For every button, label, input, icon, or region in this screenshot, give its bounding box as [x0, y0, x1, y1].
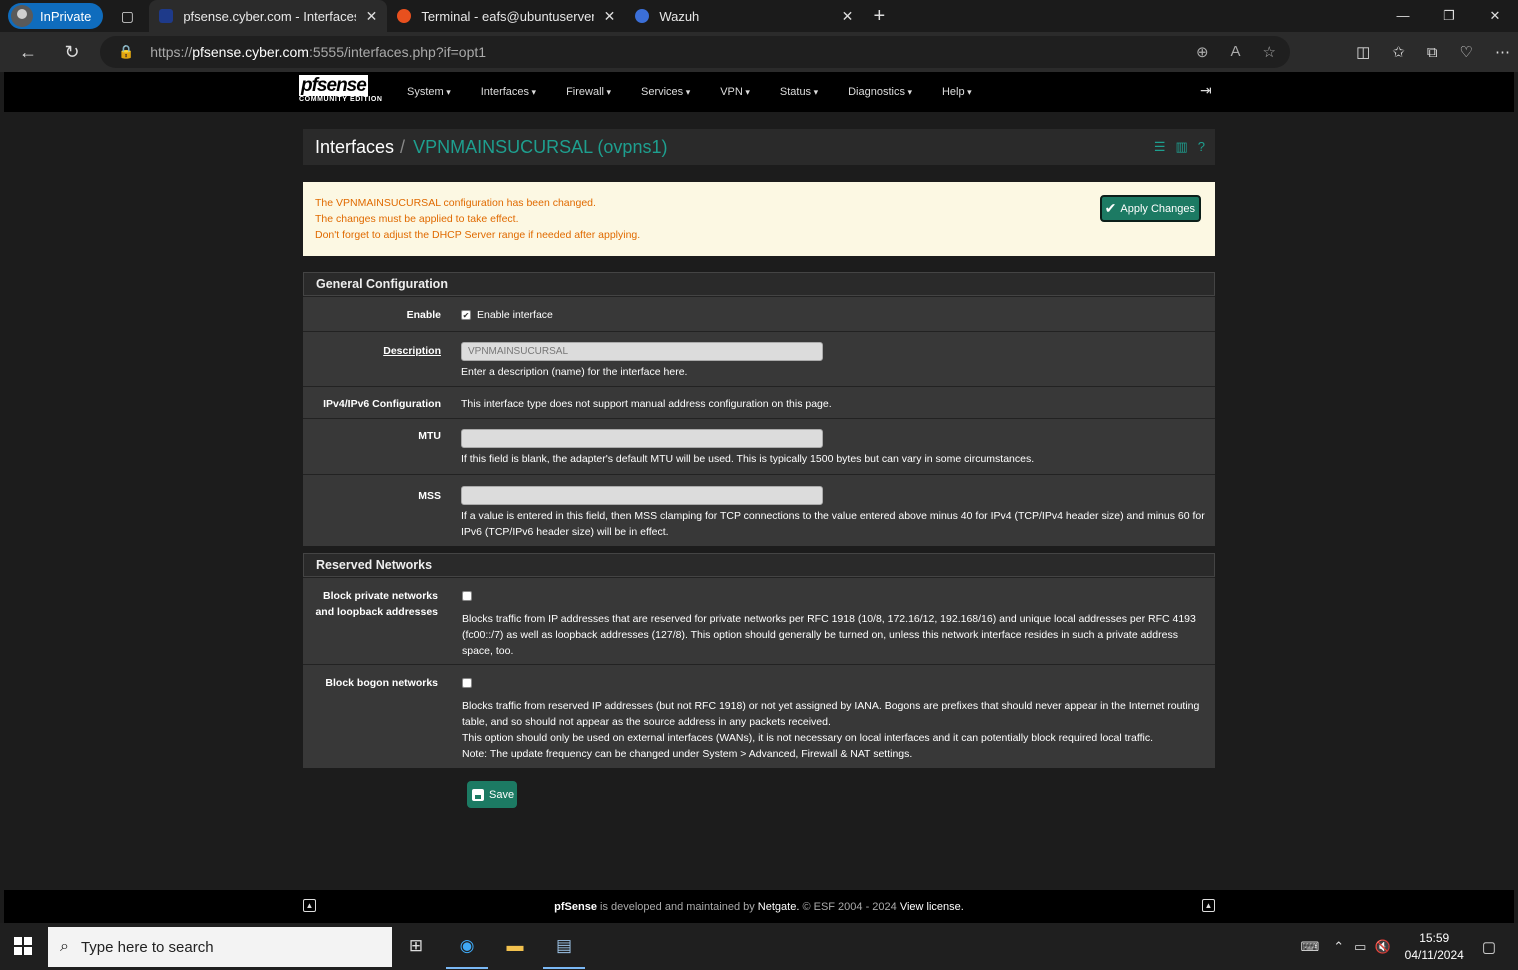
tab-wazuh[interactable]: Wazuh ✕ [625, 0, 863, 32]
section-title: General Configuration [303, 272, 1215, 296]
general-configuration-panel: General Configuration Enable ✔ Enable int… [303, 272, 1215, 546]
split-screen-icon[interactable]: ◫ [1356, 43, 1370, 61]
system-tray: ⌨ ⌃ ▭ 🔇 15:59 04/11/2024 ▢ [1300, 923, 1518, 970]
menu-firewall[interactable]: Firewall [566, 86, 611, 98]
close-window-icon[interactable]: ✕ [1472, 0, 1518, 32]
volume-muted-icon[interactable]: 🔇 [1374, 939, 1390, 955]
notifications-icon[interactable]: ▢ [1482, 938, 1496, 956]
more-menu-icon[interactable]: ⋯ [1495, 43, 1510, 61]
zoom-icon[interactable]: ⊕ [1196, 43, 1209, 61]
pfsense-page: pfsense COMMUNITY EDITION System Interfa… [4, 72, 1514, 923]
file-explorer-icon[interactable]: ▬ [500, 931, 530, 961]
favorite-star-icon[interactable]: ☆ [1263, 43, 1276, 61]
address-bar[interactable]: 🔒 https://pfsense.cyber.com:5555/interfa… [100, 36, 1290, 68]
address-toolbar: ← ↻ 🔒 https://pfsense.cyber.com:5555/int… [0, 32, 1518, 72]
mtu-input[interactable] [461, 429, 823, 448]
enable-checkbox[interactable]: ✔ [461, 310, 471, 321]
pfsense-favicon-icon [159, 9, 174, 23]
taskbar: ⌕ Type here to search ⊞ ◉ ▬ ▤ ⌨ ⌃ ▭ 🔇 15… [0, 923, 1518, 970]
help-icon[interactable]: ? [1198, 139, 1205, 155]
block-bogon-checkbox[interactable] [462, 678, 472, 689]
window-controls: — ❐ ✕ [1380, 0, 1518, 32]
collections-icon[interactable]: ⧉ [1427, 44, 1438, 61]
netgate-link[interactable]: Netgate. [758, 901, 800, 913]
logout-icon[interactable]: ⇥ [1200, 82, 1212, 99]
menu-interfaces[interactable]: Interfaces [481, 86, 536, 98]
keyboard-icon[interactable]: ⌨ [1300, 939, 1319, 955]
apply-changes-button[interactable]: ✔ Apply Changes [1099, 195, 1201, 222]
read-aloud-icon[interactable]: A [1231, 43, 1241, 61]
row-description: Description Enter a description (name) f… [303, 331, 1215, 386]
tab-actions-icon[interactable]: ▢ [111, 0, 143, 32]
block-private-checkbox[interactable] [462, 591, 472, 602]
section-title: Reserved Networks [303, 553, 1215, 577]
main-menu: System Interfaces Firewall Services VPN … [407, 72, 1002, 112]
page-footer: ▲ pfSense is developed and maintained by… [4, 890, 1514, 923]
settings-sliders-icon[interactable]: ☰ [1154, 139, 1166, 155]
row-mtu: MTU If this field is blank, the adapter'… [303, 418, 1215, 474]
row-ipconfig: IPv4/IPv6 Configuration This interface t… [303, 386, 1215, 418]
floppy-disk-icon [472, 788, 484, 801]
tab-terminal[interactable]: Terminal - eafs@ubuntuserver919 ✕ [387, 0, 625, 32]
changes-alert: The VPNMAINSUCURSAL configuration has be… [303, 182, 1215, 256]
tab-pfsense[interactable]: pfsense.cyber.com - Interfaces: VF ✕ [149, 0, 388, 32]
menu-system[interactable]: System [407, 86, 451, 98]
close-tab-icon[interactable]: ✕ [366, 8, 378, 25]
view-license-link[interactable]: View license. [900, 901, 964, 913]
breadcrumb-interfaces[interactable]: Interfaces [315, 137, 394, 158]
restore-icon[interactable]: ❐ [1426, 0, 1472, 32]
show-hidden-icons-icon[interactable]: ⌃ [1333, 939, 1344, 955]
menu-status[interactable]: Status [780, 86, 818, 98]
edge-browser-icon[interactable]: ◉ [446, 931, 488, 969]
save-button[interactable]: Save [467, 781, 517, 808]
close-tab-icon[interactable]: ✕ [842, 8, 854, 25]
pfsense-navbar: pfsense COMMUNITY EDITION System Interfa… [4, 72, 1514, 112]
checkmark-icon: ✔ [1104, 200, 1117, 216]
mss-input[interactable] [461, 486, 823, 505]
row-mss: MSS If a value is entered in this field,… [303, 474, 1215, 546]
clock[interactable]: 15:59 04/11/2024 [1405, 930, 1464, 964]
pfsense-logo[interactable]: pfsense COMMUNITY EDITION [299, 75, 383, 103]
menu-services[interactable]: Services [641, 86, 690, 98]
minimize-icon[interactable]: — [1380, 0, 1426, 32]
lock-icon[interactable]: 🔒 [118, 44, 134, 60]
scroll-top-icon[interactable]: ▲ [303, 899, 316, 912]
search-icon: ⌕ [60, 938, 69, 955]
new-tab-icon[interactable]: + [863, 5, 895, 28]
scroll-top-icon[interactable]: ▲ [1202, 899, 1215, 912]
row-enable: Enable ✔ Enable interface [303, 296, 1215, 331]
windows-start-icon[interactable] [14, 937, 32, 955]
task-view-icon[interactable]: ⊞ [401, 931, 431, 961]
extensions-icon[interactable]: ♡ [1460, 43, 1473, 61]
menu-diagnostics[interactable]: Diagnostics [848, 86, 912, 98]
taskbar-search[interactable]: ⌕ Type here to search [48, 927, 392, 967]
breadcrumb: Interfaces / VPNMAINSUCURSAL (ovpns1) ☰ … [303, 129, 1215, 165]
page-title[interactable]: VPNMAINSUCURSAL (ovpns1) [413, 137, 667, 158]
row-block-bogon: Block bogon networks Blocks traffic from… [303, 664, 1215, 768]
browser-tab-bar: InPrivate ▢ pfsense.cyber.com - Interfac… [0, 0, 1518, 32]
description-input[interactable] [461, 342, 823, 361]
row-block-private: Block private networks and loopback addr… [303, 577, 1215, 664]
menu-help[interactable]: Help [942, 86, 972, 98]
network-icon[interactable]: ▭ [1354, 939, 1366, 955]
bar-chart-icon[interactable]: ▥ [1175, 139, 1187, 155]
terminal-favicon-icon [397, 9, 412, 23]
close-tab-icon[interactable]: ✕ [604, 8, 616, 25]
app-window-icon[interactable]: ▤ [543, 931, 585, 969]
back-icon[interactable]: ← [6, 42, 50, 63]
inprivate-badge[interactable]: InPrivate [8, 3, 104, 29]
reserved-networks-panel: Reserved Networks Block private networks… [303, 553, 1215, 768]
favorites-icon[interactable]: ✩ [1392, 43, 1405, 61]
wazuh-favicon-icon [635, 9, 650, 23]
menu-vpn[interactable]: VPN [720, 86, 750, 98]
refresh-icon[interactable]: ↻ [50, 42, 94, 63]
profile-avatar [11, 5, 33, 27]
